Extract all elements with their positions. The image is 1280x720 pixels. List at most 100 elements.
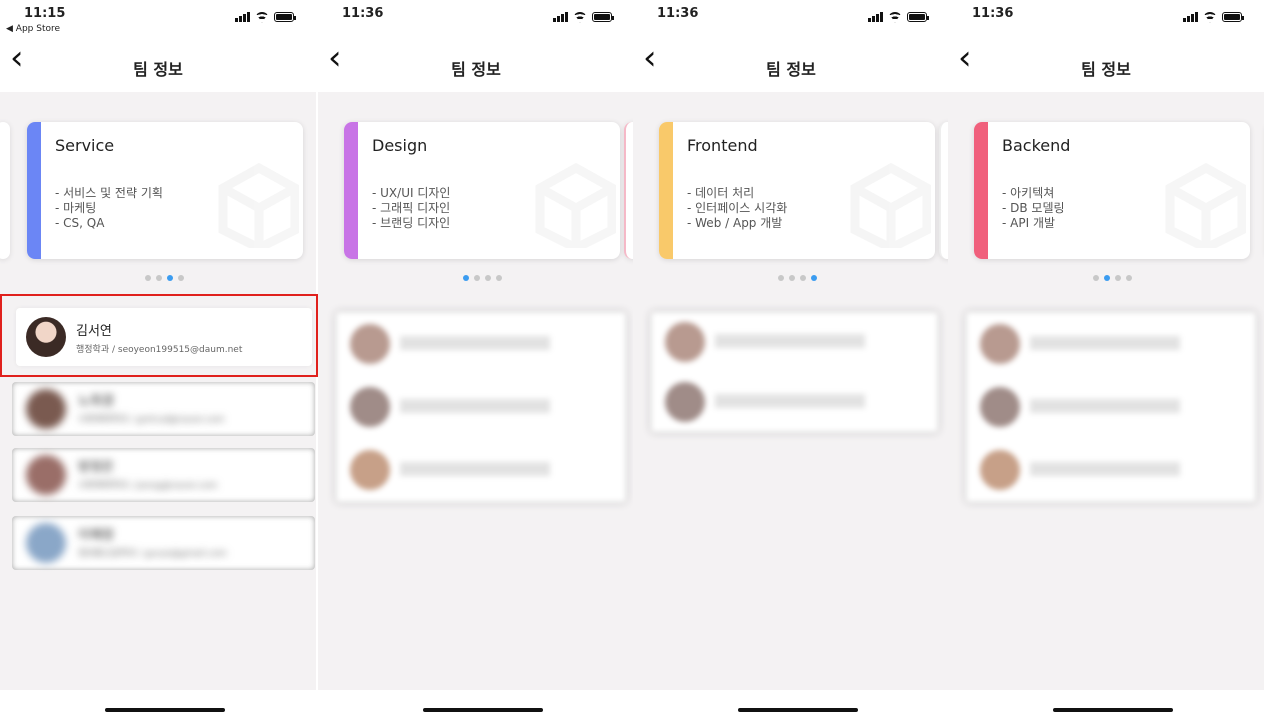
team-card[interactable]: Design - UX/UI 디자인 - 그래픽 디자인 - 브랜딩 디자인 (344, 122, 620, 259)
member-name: 이혜정 (78, 528, 114, 543)
home-indicator[interactable] (738, 708, 858, 712)
wifi-icon (1203, 12, 1217, 22)
team-color-bar (974, 122, 988, 259)
member-avatar (350, 323, 390, 364)
page-dot[interactable] (811, 275, 817, 281)
status-icons (553, 12, 614, 22)
member-avatar (980, 323, 1020, 364)
page-indicator (1093, 275, 1132, 281)
logo-watermark-icon (535, 162, 616, 248)
page-dot[interactable] (463, 275, 469, 281)
member-row[interactable]: 이혜정 정보통신공학과 / gurye@gmail.com (12, 516, 315, 570)
member-text-placeholder (400, 399, 550, 413)
wifi-icon (255, 12, 269, 22)
page-dot[interactable] (1115, 275, 1121, 281)
navigation-bar: ‹ 팀 정보 (633, 41, 949, 92)
home-indicator[interactable] (423, 708, 543, 712)
bottom-safe-area (633, 690, 949, 720)
page-indicator (463, 275, 502, 281)
member-name: 방정은 (78, 460, 114, 475)
member-avatar (350, 450, 390, 491)
team-card[interactable]: Service - 서비스 및 전략 기획 - 마케팅 - CS, QA (27, 122, 303, 259)
home-indicator[interactable] (1053, 708, 1173, 712)
team-name: Backend (1002, 136, 1071, 155)
page-indicator (145, 275, 184, 281)
member-text-placeholder (1030, 335, 1180, 350)
wifi-icon (888, 12, 902, 22)
page-dot[interactable] (496, 275, 502, 281)
battery-icon (592, 12, 614, 22)
member-list-obscured (651, 312, 938, 432)
page-dot[interactable] (800, 275, 806, 281)
member-row[interactable]: 노희경사회체육학과 / gmlrud@naver.com (12, 382, 315, 436)
phone-screen: 11:36 ‹ 팀 정보 Backend - 아키텍쳐 - DB 모델링 - API 개… (948, 0, 1264, 720)
page-dot[interactable] (1104, 275, 1110, 281)
navigation-bar: ‹ 팀 정보 (948, 41, 1264, 92)
signal-icon (1183, 12, 1198, 22)
logo-watermark-icon (218, 162, 299, 248)
page-dot[interactable] (178, 275, 184, 281)
page-dot[interactable] (1093, 275, 1099, 281)
team-name: Service (55, 136, 115, 155)
status-icons (868, 12, 929, 22)
member-avatar (26, 523, 66, 563)
status-bar: 11:15 ◀ App Store (0, 0, 316, 44)
member-row[interactable]: 방정은사회체육학과 / jeong@naver.com (12, 448, 315, 502)
team-description: - 서비스 및 전략 기획 - 마케팅 - CS, QA (55, 186, 163, 230)
logo-watermark-icon (1165, 162, 1246, 248)
team-description: - 아키텍쳐 - DB 모델링 - API 개발 (1002, 186, 1065, 230)
page-dot[interactable] (1126, 275, 1132, 281)
page-dot[interactable] (778, 275, 784, 281)
bottom-safe-area (318, 690, 634, 720)
status-bar: 11:36 (633, 0, 949, 44)
bottom-safe-area (0, 690, 316, 720)
logo-watermark-icon (850, 162, 931, 248)
member-list-obscured (336, 312, 626, 502)
member-detail: 사회체육학과 / gmlrud@naver.com (78, 415, 225, 425)
member-avatar (665, 382, 705, 422)
signal-icon (235, 12, 250, 22)
page-indicator (778, 275, 817, 281)
team-description: - UX/UI 디자인 - 그래픽 디자인 - 브랜딩 디자인 (372, 186, 451, 230)
signal-icon (868, 12, 883, 22)
page-dot[interactable] (145, 275, 151, 281)
status-time: 11:36 (657, 6, 699, 21)
team-card[interactable]: Backend - 아키텍쳐 - DB 모델링 - API 개발 (974, 122, 1250, 259)
team-name: Frontend (687, 136, 758, 155)
member-detail: 사회체육학과 / jeong@naver.com (78, 481, 218, 491)
member-text-placeholder (715, 334, 865, 348)
member-avatar (665, 322, 705, 362)
page-dot[interactable] (485, 275, 491, 281)
phone-screen: 11:36 ‹ 팀 정보 Design - UX/UI 디자인 - 그래픽 디자인 - … (318, 0, 634, 720)
team-color-bar (27, 122, 41, 259)
home-indicator[interactable] (105, 708, 225, 712)
team-color-bar (659, 122, 673, 259)
team-name: Design (372, 136, 428, 155)
bottom-safe-area (948, 690, 1264, 720)
signal-icon (553, 12, 568, 22)
previous-card-peek[interactable] (0, 122, 10, 259)
page-dot[interactable] (167, 275, 173, 281)
member-text-placeholder (400, 335, 550, 350)
team-card[interactable]: Frontend - 데이터 처리 - 인터페이스 시각화 - Web / App… (659, 122, 935, 259)
status-bar: 11:36 (948, 0, 1264, 44)
team-color-bar (344, 122, 358, 259)
member-name: 노희경 (78, 394, 114, 409)
navigation-bar: ‹ 팀 정보 (0, 41, 316, 92)
page-title: 팀 정보 (451, 60, 501, 79)
battery-icon (1222, 12, 1244, 22)
page-dot[interactable] (474, 275, 480, 281)
team-description: - 데이터 처리 - 인터페이스 시각화 - Web / App 개발 (687, 186, 788, 230)
member-avatar (980, 450, 1020, 491)
member-text-placeholder (715, 394, 865, 408)
page-dot[interactable] (156, 275, 162, 281)
screenshot-collage: 11:15 ◀ App Store ‹ 팀 정보 Service - 서비스 및 전략 기… (0, 0, 1280, 720)
back-to-app-store-link[interactable]: ◀ App Store (6, 24, 60, 34)
member-text-placeholder (1030, 399, 1180, 413)
status-time: 11:36 (972, 6, 1014, 21)
member-avatar (26, 389, 66, 429)
member-avatar (26, 455, 66, 495)
wifi-icon (573, 12, 587, 22)
member-text-placeholder (1030, 462, 1180, 477)
page-dot[interactable] (789, 275, 795, 281)
